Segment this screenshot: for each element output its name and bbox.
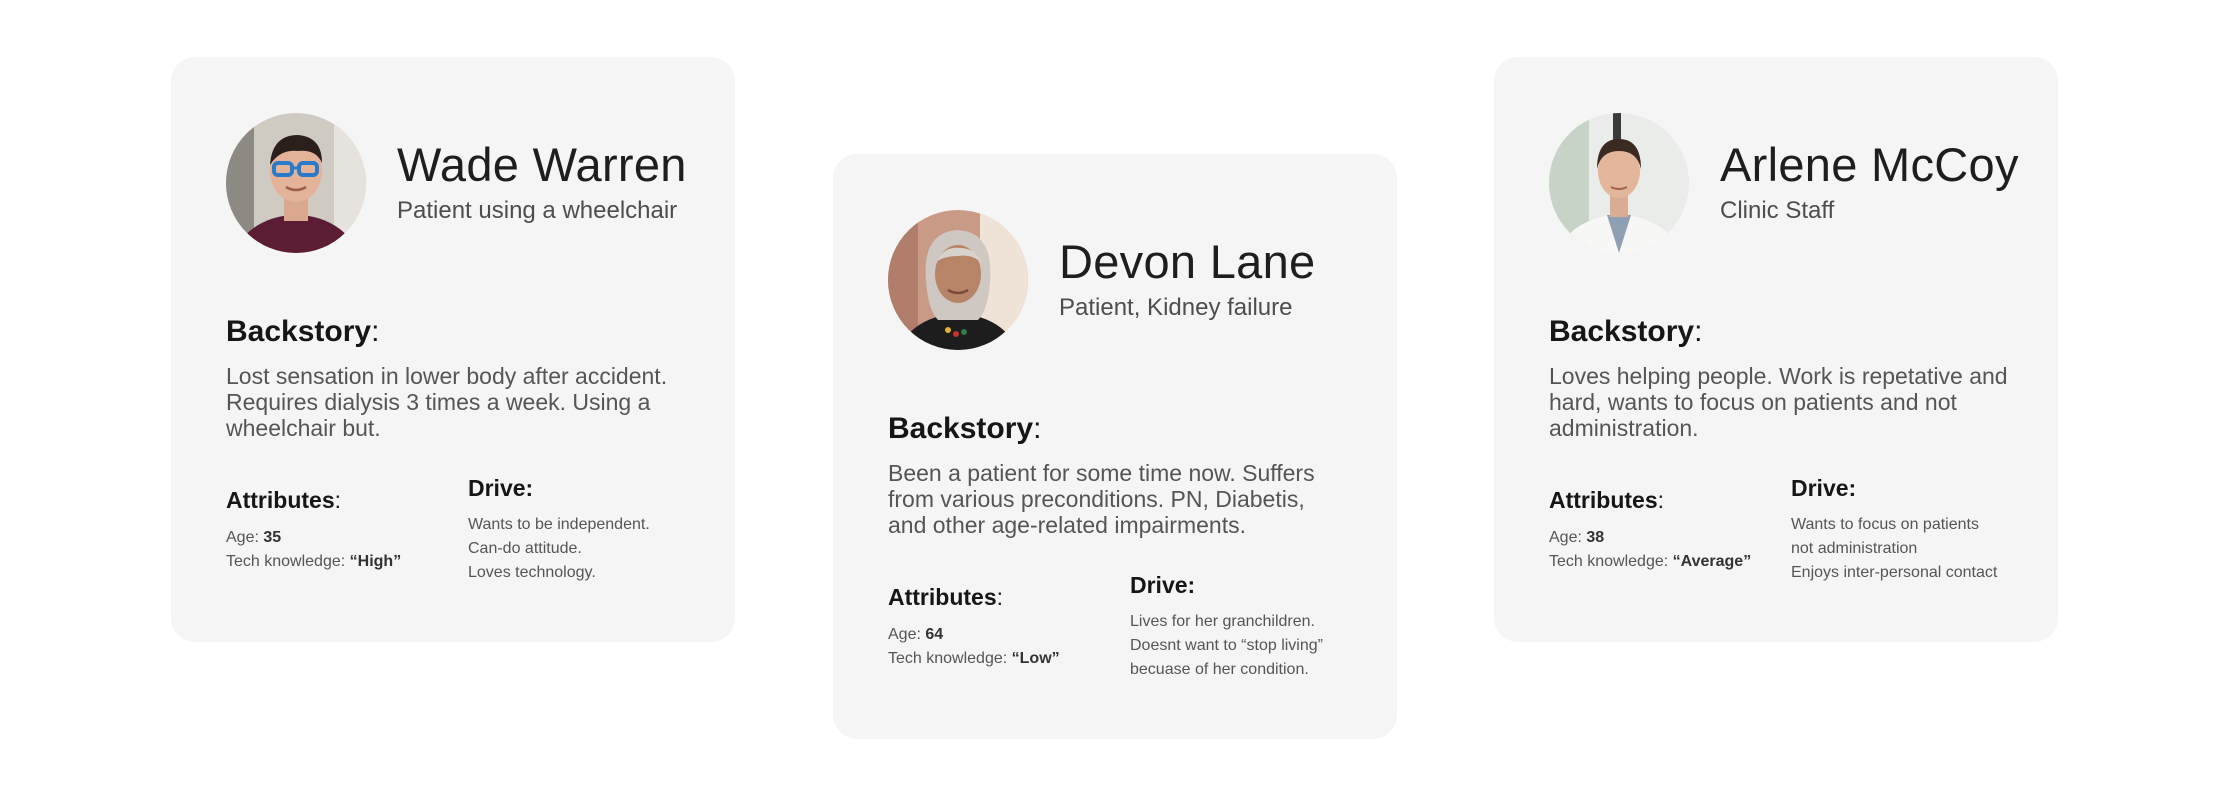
- persona-role: Patient, Kidney failure: [1059, 294, 1293, 321]
- drive-item: Enjoys inter-personal contact: [1791, 564, 1998, 581]
- man-with-glasses-portrait-icon: [226, 113, 366, 253]
- drive-heading: Drive:: [468, 475, 534, 501]
- drive-list: Wants to be independent. Can-do attitude…: [468, 513, 650, 585]
- persona-role: Patient using a wheelchair: [397, 197, 678, 224]
- backstory-text: Been a patient for some time now. Suffer…: [888, 460, 1315, 538]
- drive-list: Lives for her granchildren. Doesnt want …: [1130, 610, 1323, 682]
- backstory-heading: Backstory:: [888, 412, 1042, 445]
- age-attribute: Age: 64: [888, 626, 944, 643]
- drive-item: Lives for her granchildren.: [1130, 613, 1315, 630]
- backstory-text: Lost sensation in lower body after accid…: [226, 363, 668, 441]
- backstory-heading: Backstory:: [226, 315, 380, 348]
- drive-item: Can-do attitude.: [468, 540, 582, 557]
- drive-item: becuase of her condition.: [1130, 661, 1309, 678]
- drive-item: Wants to focus on patients: [1791, 516, 1979, 533]
- persona-name: Arlene McCoy: [1720, 138, 2019, 191]
- drive-list: Wants to focus on patients not administr…: [1791, 513, 1997, 585]
- drive-heading: Drive:: [1791, 475, 1857, 501]
- avatar: [1549, 113, 1689, 253]
- age-attribute: Age: 35: [226, 529, 282, 546]
- tech-knowledge-attribute: Tech knowledge: “Average”: [1549, 553, 1752, 570]
- persona-card-devon-lane: Devon Lane Patient, Kidney failure Backs…: [833, 154, 1397, 739]
- persona-role: Clinic Staff: [1720, 197, 1835, 224]
- drive-item: Doesnt want to “stop living”: [1130, 637, 1323, 654]
- tech-knowledge-attribute: Tech knowledge: “High”: [226, 553, 402, 570]
- attributes-heading: Attributes:: [888, 584, 1004, 610]
- drive-item: not administration: [1791, 540, 1918, 557]
- persona-card-wade-warren: Wade Warren Patient using a wheelchair B…: [171, 57, 735, 642]
- backstory-heading: Backstory:: [1549, 315, 1703, 348]
- drive-heading: Drive:: [1130, 572, 1196, 598]
- attributes-heading: Attributes:: [1549, 487, 1665, 513]
- drive-item: Loves technology.: [468, 564, 596, 581]
- persona-name: Devon Lane: [1059, 235, 1316, 288]
- avatar: [226, 113, 366, 253]
- attributes-heading: Attributes:: [226, 487, 342, 513]
- backstory-text: Loves helping people. Work is repetative…: [1549, 363, 2008, 441]
- persona-card-arlene-mccoy: Arlene McCoy Clinic Staff Backstory: Lov…: [1494, 57, 2058, 642]
- age-attribute: Age: 38: [1549, 529, 1605, 546]
- tech-knowledge-attribute: Tech knowledge: “Low”: [888, 650, 1060, 667]
- drive-item: Wants to be independent.: [468, 516, 650, 533]
- clinic-staff-portrait-icon: [1549, 113, 1689, 253]
- avatar: [888, 210, 1028, 350]
- older-woman-portrait-icon: [888, 210, 1028, 350]
- persona-name: Wade Warren: [397, 138, 687, 191]
